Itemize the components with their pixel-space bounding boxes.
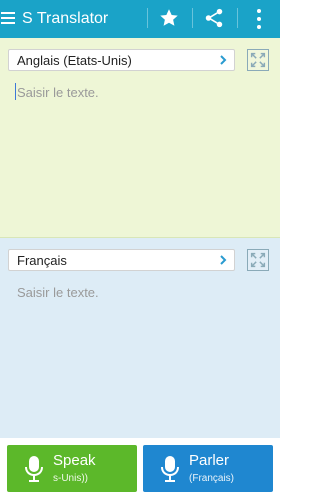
chevron-right-icon — [220, 55, 227, 65]
app-title: S Translator — [22, 10, 109, 27]
source-language-selector[interactable]: Anglais (Etats-Unis) — [8, 49, 235, 71]
target-language-selector[interactable]: Français — [8, 249, 235, 271]
speak-button-label: Speak — [53, 452, 96, 469]
target-language-label: Français — [17, 253, 67, 268]
toolbar-divider — [192, 8, 193, 28]
expand-icon[interactable] — [247, 249, 269, 271]
microphone-icon — [161, 456, 179, 482]
source-panel: Anglais (Etats-Unis) Saisir le texte. — [0, 38, 280, 238]
target-panel: Français Saisir le texte. — [0, 238, 280, 438]
share-icon[interactable] — [203, 7, 225, 29]
star-icon[interactable] — [158, 7, 180, 29]
text-cursor — [15, 83, 16, 100]
source-text-input[interactable]: Saisir le texte. — [17, 85, 99, 100]
parler-button-label: Parler — [189, 452, 230, 469]
speak-button-language: s-Unis)) — [53, 473, 88, 484]
app-bar: S Translator — [0, 0, 280, 38]
target-text-input[interactable]: Saisir le texte. — [17, 285, 99, 300]
menu-icon[interactable] — [1, 11, 15, 25]
speak-button[interactable]: Speak s-Unis)) — [7, 445, 137, 492]
voice-input-bar: Speak s-Unis)) Parler (Français) — [0, 438, 280, 498]
source-language-label: Anglais (Etats-Unis) — [17, 53, 132, 68]
parler-button[interactable]: Parler (Français) — [143, 445, 273, 492]
parler-button-language: (Français) — [189, 473, 235, 484]
more-vert-icon[interactable] — [256, 9, 262, 29]
chevron-right-icon — [220, 255, 227, 265]
expand-icon[interactable] — [247, 49, 269, 71]
toolbar-divider — [237, 8, 238, 28]
toolbar-divider — [147, 8, 148, 28]
microphone-icon — [25, 456, 43, 482]
